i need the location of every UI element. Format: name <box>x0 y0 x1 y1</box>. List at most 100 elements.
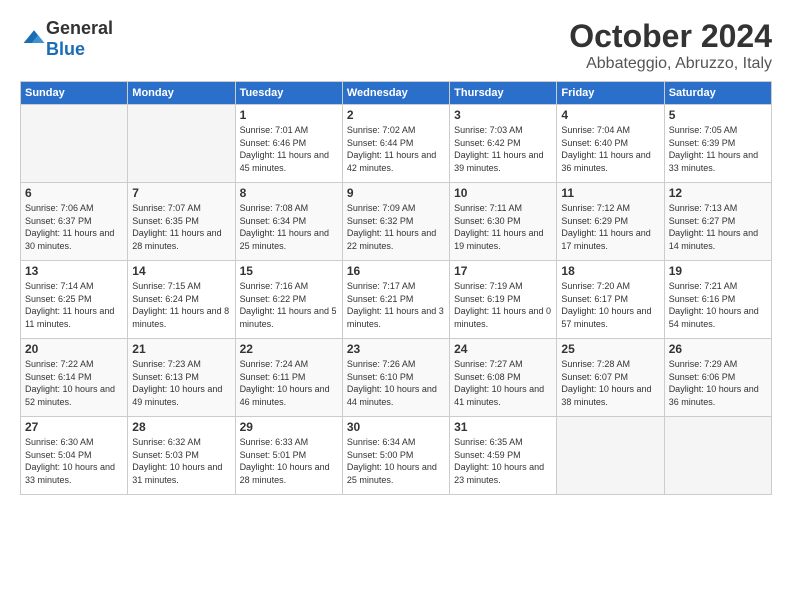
day-number: 6 <box>25 186 123 200</box>
calendar-week-row: 27 Sunrise: 6:30 AM Sunset: 5:04 PM Dayli… <box>21 417 772 495</box>
day-info: Sunrise: 7:19 AM Sunset: 6:19 PM Dayligh… <box>454 280 552 330</box>
day-number: 27 <box>25 420 123 434</box>
day-info: Sunrise: 7:14 AM Sunset: 6:25 PM Dayligh… <box>25 280 123 330</box>
day-number: 12 <box>669 186 767 200</box>
calendar-cell: 19 Sunrise: 7:21 AM Sunset: 6:16 PM Dayli… <box>664 261 771 339</box>
weekday-header: Monday <box>128 82 235 105</box>
calendar-cell: 7Sunrise: 7:07 AM Sunset: 6:35 PM Daylig… <box>128 183 235 261</box>
weekday-header: Tuesday <box>235 82 342 105</box>
calendar-week-row: 20 Sunrise: 7:22 AM Sunset: 6:14 PM Dayli… <box>21 339 772 417</box>
calendar-cell: 10 Sunrise: 7:11 AM Sunset: 6:30 PM Dayli… <box>450 183 557 261</box>
day-number: 25 <box>561 342 659 356</box>
day-info: Sunrise: 7:24 AM Sunset: 6:11 PM Dayligh… <box>240 358 338 408</box>
calendar-cell: 12 Sunrise: 7:13 AM Sunset: 6:27 PM Dayli… <box>664 183 771 261</box>
day-number: 21 <box>132 342 230 356</box>
logo-blue: Blue <box>46 39 85 59</box>
weekday-header: Thursday <box>450 82 557 105</box>
calendar-cell: 27 Sunrise: 6:30 AM Sunset: 5:04 PM Dayli… <box>21 417 128 495</box>
logo-icon <box>22 27 46 51</box>
weekday-header: Sunday <box>21 82 128 105</box>
calendar-cell: 14 Sunrise: 7:15 AM Sunset: 6:24 PM Dayli… <box>128 261 235 339</box>
day-number: 5 <box>669 108 767 122</box>
day-number: 1 <box>240 108 338 122</box>
day-number: 9 <box>347 186 445 200</box>
calendar-body: 1 Sunrise: 7:01 AM Sunset: 6:46 PM Daylig… <box>21 105 772 495</box>
calendar-cell: 17 Sunrise: 7:19 AM Sunset: 6:19 PM Dayli… <box>450 261 557 339</box>
day-info: Sunrise: 7:11 AM Sunset: 6:30 PM Dayligh… <box>454 202 552 252</box>
day-number: 26 <box>669 342 767 356</box>
calendar-cell: 5 Sunrise: 7:05 AM Sunset: 6:39 PM Daylig… <box>664 105 771 183</box>
calendar-header-row: SundayMondayTuesdayWednesdayThursdayFrid… <box>21 82 772 105</box>
day-number: 19 <box>669 264 767 278</box>
day-number: 13 <box>25 264 123 278</box>
day-info: Sunrise: 7:01 AM Sunset: 6:46 PM Dayligh… <box>240 124 338 174</box>
day-info: Sunrise: 7:02 AM Sunset: 6:44 PM Dayligh… <box>347 124 445 174</box>
calendar-cell: 16 Sunrise: 7:17 AM Sunset: 6:21 PM Dayli… <box>342 261 449 339</box>
logo-general: General <box>46 18 113 38</box>
day-number: 20 <box>25 342 123 356</box>
weekday-header: Saturday <box>664 82 771 105</box>
calendar-cell <box>21 105 128 183</box>
day-info: Sunrise: 7:22 AM Sunset: 6:14 PM Dayligh… <box>25 358 123 408</box>
day-info: Sunrise: 7:13 AM Sunset: 6:27 PM Dayligh… <box>669 202 767 252</box>
calendar-cell: 30 Sunrise: 6:34 AM Sunset: 5:00 PM Dayli… <box>342 417 449 495</box>
day-number: 15 <box>240 264 338 278</box>
day-number: 11 <box>561 186 659 200</box>
calendar-week-row: 1 Sunrise: 7:01 AM Sunset: 6:46 PM Daylig… <box>21 105 772 183</box>
day-info: Sunrise: 7:06 AM Sunset: 6:37 PM Dayligh… <box>25 202 123 252</box>
day-number: 17 <box>454 264 552 278</box>
day-info: Sunrise: 7:17 AM Sunset: 6:21 PM Dayligh… <box>347 280 445 330</box>
calendar-cell: 23 Sunrise: 7:26 AM Sunset: 6:10 PM Dayli… <box>342 339 449 417</box>
calendar-cell: 9 Sunrise: 7:09 AM Sunset: 6:32 PM Daylig… <box>342 183 449 261</box>
calendar-cell: 22Sunrise: 7:24 AM Sunset: 6:11 PM Dayli… <box>235 339 342 417</box>
day-number: 30 <box>347 420 445 434</box>
day-info: Sunrise: 7:15 AM Sunset: 6:24 PM Dayligh… <box>132 280 230 330</box>
day-info: Sunrise: 7:20 AM Sunset: 6:17 PM Dayligh… <box>561 280 659 330</box>
calendar-cell: 21 Sunrise: 7:23 AM Sunset: 6:13 PM Dayli… <box>128 339 235 417</box>
calendar-cell: 8Sunrise: 7:08 AM Sunset: 6:34 PM Daylig… <box>235 183 342 261</box>
day-number: 24 <box>454 342 552 356</box>
day-info: Sunrise: 6:35 AM Sunset: 4:59 PM Dayligh… <box>454 436 552 486</box>
day-info: Sunrise: 7:05 AM Sunset: 6:39 PM Dayligh… <box>669 124 767 174</box>
day-info: Sunrise: 7:09 AM Sunset: 6:32 PM Dayligh… <box>347 202 445 252</box>
calendar-cell: 31 Sunrise: 6:35 AM Sunset: 4:59 PM Dayli… <box>450 417 557 495</box>
calendar-week-row: 13 Sunrise: 7:14 AM Sunset: 6:25 PM Dayli… <box>21 261 772 339</box>
day-info: Sunrise: 7:27 AM Sunset: 6:08 PM Dayligh… <box>454 358 552 408</box>
calendar-cell: 3Sunrise: 7:03 AM Sunset: 6:42 PM Daylig… <box>450 105 557 183</box>
calendar-cell: 18Sunrise: 7:20 AM Sunset: 6:17 PM Dayli… <box>557 261 664 339</box>
weekday-header: Friday <box>557 82 664 105</box>
day-number: 4 <box>561 108 659 122</box>
day-info: Sunrise: 7:07 AM Sunset: 6:35 PM Dayligh… <box>132 202 230 252</box>
day-info: Sunrise: 7:29 AM Sunset: 6:06 PM Dayligh… <box>669 358 767 408</box>
location-title: Abbateggio, Abruzzo, Italy <box>569 55 772 73</box>
day-number: 31 <box>454 420 552 434</box>
day-number: 29 <box>240 420 338 434</box>
day-info: Sunrise: 6:30 AM Sunset: 5:04 PM Dayligh… <box>25 436 123 486</box>
title-block: October 2024 Abbateggio, Abruzzo, Italy <box>569 18 772 73</box>
day-number: 8 <box>240 186 338 200</box>
day-number: 14 <box>132 264 230 278</box>
day-info: Sunrise: 6:32 AM Sunset: 5:03 PM Dayligh… <box>132 436 230 486</box>
header: General Blue October 2024 Abbateggio, Ab… <box>20 18 772 73</box>
day-info: Sunrise: 7:23 AM Sunset: 6:13 PM Dayligh… <box>132 358 230 408</box>
logo: General Blue <box>20 18 113 60</box>
day-number: 16 <box>347 264 445 278</box>
calendar-cell: 13 Sunrise: 7:14 AM Sunset: 6:25 PM Dayli… <box>21 261 128 339</box>
day-number: 10 <box>454 186 552 200</box>
day-info: Sunrise: 7:28 AM Sunset: 6:07 PM Dayligh… <box>561 358 659 408</box>
day-info: Sunrise: 7:21 AM Sunset: 6:16 PM Dayligh… <box>669 280 767 330</box>
calendar-cell: 26 Sunrise: 7:29 AM Sunset: 6:06 PM Dayli… <box>664 339 771 417</box>
month-title: October 2024 <box>569 18 772 55</box>
calendar-cell: 2 Sunrise: 7:02 AM Sunset: 6:44 PM Daylig… <box>342 105 449 183</box>
day-number: 23 <box>347 342 445 356</box>
calendar-cell: 15Sunrise: 7:16 AM Sunset: 6:22 PM Dayli… <box>235 261 342 339</box>
day-number: 3 <box>454 108 552 122</box>
weekday-header: Wednesday <box>342 82 449 105</box>
day-info: Sunrise: 6:34 AM Sunset: 5:00 PM Dayligh… <box>347 436 445 486</box>
day-number: 28 <box>132 420 230 434</box>
calendar-cell: 4Sunrise: 7:04 AM Sunset: 6:40 PM Daylig… <box>557 105 664 183</box>
calendar-cell: 25 Sunrise: 7:28 AM Sunset: 6:07 PM Dayli… <box>557 339 664 417</box>
day-info: Sunrise: 7:26 AM Sunset: 6:10 PM Dayligh… <box>347 358 445 408</box>
calendar-cell: 24 Sunrise: 7:27 AM Sunset: 6:08 PM Dayli… <box>450 339 557 417</box>
day-number: 2 <box>347 108 445 122</box>
